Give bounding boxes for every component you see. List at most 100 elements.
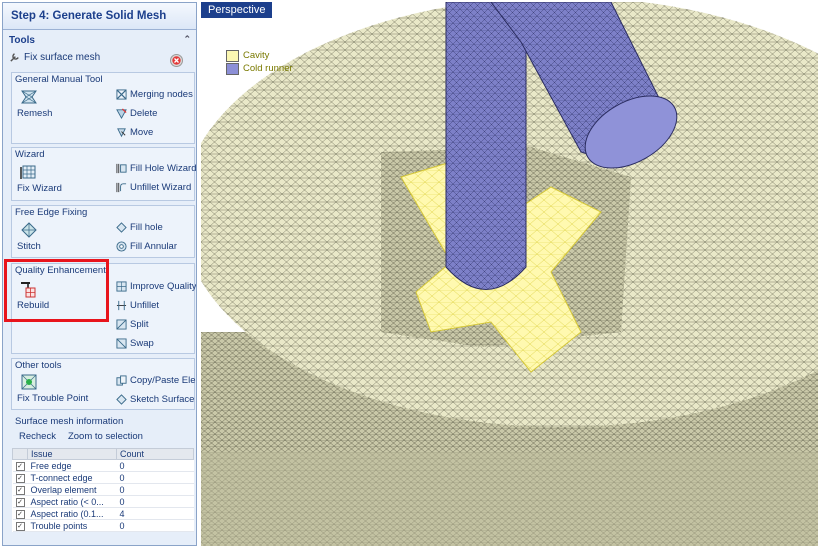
surface-mesh-info-title: Surface mesh information — [15, 416, 124, 427]
fill-annular-label: Fill Annular — [130, 241, 177, 252]
mesh-view[interactable] — [201, 2, 818, 546]
zoom-to-selection-link[interactable]: Zoom to selection — [68, 431, 143, 442]
merging-nodes-icon — [116, 89, 127, 100]
unfillet-wizard-label: Unfillet Wizard — [130, 182, 192, 193]
unfillet-label: Unfillet — [130, 300, 160, 311]
issues-table: Issue Count ✓ Free edge 0 ✓ T-connect ed… — [12, 448, 194, 532]
sketch-surface-icon — [116, 394, 127, 405]
count-cell: 0 — [116, 495, 194, 508]
unfillet-wizard-button[interactable]: Unfillet Wizard — [116, 182, 191, 193]
free-edge-fixing-group: Free Edge Fixing Stitch Fill hole Fill A… — [11, 205, 195, 258]
improve-quality-label: Improve Quality — [130, 281, 197, 292]
fix-surface-mesh-row[interactable]: Fix surface mesh — [9, 52, 100, 63]
merging-nodes-label: Merging nodes — [130, 89, 193, 100]
issue-cell: Aspect ratio (< 0... — [27, 495, 117, 508]
table-row[interactable]: ✓ T-connect edge 0 — [12, 471, 194, 484]
row-checkbox[interactable]: ✓ — [15, 462, 25, 471]
fill-hole-wizard-button[interactable]: Fill Hole Wizard — [116, 163, 196, 174]
row-checkbox[interactable]: ✓ — [15, 522, 25, 531]
delete-button[interactable]: Delete — [116, 108, 157, 119]
issue-cell: Trouble points — [27, 519, 117, 532]
group-title: Wizard — [15, 149, 45, 160]
count-cell: 0 — [116, 471, 194, 484]
unfillet-icon — [116, 300, 127, 311]
fix-wizard-label: Fix Wizard — [17, 183, 62, 194]
legend-item-cold-runner: Cold runner — [226, 62, 293, 75]
collapse-chevron-icon[interactable]: ⌃ — [183, 34, 191, 45]
copy-paste-element-button[interactable]: Copy/Paste Eler — [116, 375, 197, 386]
tools-section-header[interactable]: Tools ⌃ — [9, 34, 193, 47]
tools-label: Tools — [9, 35, 35, 46]
table-row[interactable]: ✓ Aspect ratio (< 0... 0 — [12, 495, 194, 508]
mesh-base-band — [201, 452, 818, 546]
wizard-group: Wizard Fix Wizard Fill Hole Wizard Unfil… — [11, 147, 196, 201]
perspective-tab[interactable]: Perspective — [201, 2, 273, 18]
issue-cell: Aspect ratio (0.1... — [27, 507, 117, 520]
fill-hole-button[interactable]: Fill hole — [116, 222, 163, 233]
sketch-surface-label: Sketch Surface — [130, 394, 195, 405]
row-checkbox[interactable]: ✓ — [15, 486, 25, 495]
table-row[interactable]: ✓ Free edge 0 — [12, 459, 194, 472]
move-button[interactable]: Move — [116, 127, 153, 138]
group-title: General Manual Tool — [15, 74, 103, 85]
legend-label: Cold runner — [243, 63, 293, 74]
fill-hole-wizard-icon — [116, 163, 127, 174]
improve-quality-button[interactable]: Improve Quality — [116, 281, 197, 292]
legend-swatch — [226, 49, 239, 62]
count-cell: 4 — [116, 507, 194, 520]
stitch-button[interactable]: Stitch — [17, 221, 41, 252]
row-checkbox[interactable]: ✓ — [15, 474, 25, 483]
copy-paste-label: Copy/Paste Eler — [130, 375, 197, 386]
wrench-icon — [10, 53, 19, 62]
unfillet-wizard-icon — [116, 182, 127, 193]
copy-paste-icon — [116, 375, 127, 386]
fill-hole-icon — [116, 222, 127, 233]
fill-annular-icon — [116, 241, 127, 252]
3d-viewport[interactable]: Perspective Cavity Cold runner — [201, 2, 818, 546]
fix-trouble-point-button[interactable]: Fix Trouble Point — [17, 373, 88, 404]
fix-trouble-point-icon — [21, 374, 37, 390]
remesh-label: Remesh — [17, 108, 53, 119]
split-button[interactable]: Split — [116, 319, 148, 330]
close-icon[interactable] — [170, 54, 183, 67]
checkbox-column-header — [12, 448, 28, 460]
swap-button[interactable]: Swap — [116, 338, 154, 349]
issue-cell: T-connect edge — [27, 471, 117, 484]
issue-cell: Overlap element — [27, 483, 117, 496]
row-checkbox[interactable]: ✓ — [15, 510, 25, 519]
remesh-icon — [21, 90, 37, 104]
remesh-button[interactable]: Remesh — [17, 88, 52, 119]
swap-icon — [116, 338, 127, 349]
group-title: Other tools — [15, 360, 62, 371]
count-cell: 0 — [116, 519, 194, 532]
fill-annular-button[interactable]: Fill Annular — [116, 241, 177, 252]
panel-title: Step 4: Generate Solid Mesh — [3, 3, 196, 30]
improve-quality-icon — [116, 281, 127, 292]
table-row[interactable]: ✓ Aspect ratio (0.1... 4 — [12, 507, 194, 520]
count-cell: 0 — [116, 459, 194, 472]
legend: Cavity Cold runner — [226, 49, 293, 75]
split-icon — [116, 319, 127, 330]
legend-swatch — [226, 62, 239, 75]
table-row[interactable]: ✓ Overlap element 0 — [12, 483, 194, 496]
recheck-link[interactable]: Recheck — [19, 431, 56, 442]
issue-column-header[interactable]: Issue — [27, 448, 117, 460]
table-row[interactable]: ✓ Trouble points 0 — [12, 519, 194, 532]
delete-label: Delete — [130, 108, 158, 119]
fix-trouble-point-label: Fix Trouble Point — [17, 393, 89, 404]
general-manual-tool-group: General Manual Tool Remesh Merging nodes… — [11, 72, 195, 144]
legend-label: Cavity — [243, 50, 270, 61]
group-title: Free Edge Fixing — [15, 207, 88, 218]
count-cell: 0 — [116, 483, 194, 496]
unfillet-button[interactable]: Unfillet — [116, 300, 159, 311]
merging-nodes-button[interactable]: Merging nodes — [116, 89, 193, 100]
count-column-header[interactable]: Count — [116, 448, 194, 460]
row-checkbox[interactable]: ✓ — [15, 498, 25, 507]
rebuild-highlight-box — [4, 259, 109, 322]
surface-mesh-info-actions: Recheck Zoom to selection — [19, 431, 143, 442]
move-label: Move — [130, 127, 154, 138]
fix-wizard-button[interactable]: Fix Wizard — [17, 163, 62, 194]
sketch-surface-button[interactable]: Sketch Surface — [116, 394, 194, 405]
move-icon — [117, 128, 126, 138]
fix-surface-mesh-label: Fix surface mesh — [24, 52, 101, 63]
